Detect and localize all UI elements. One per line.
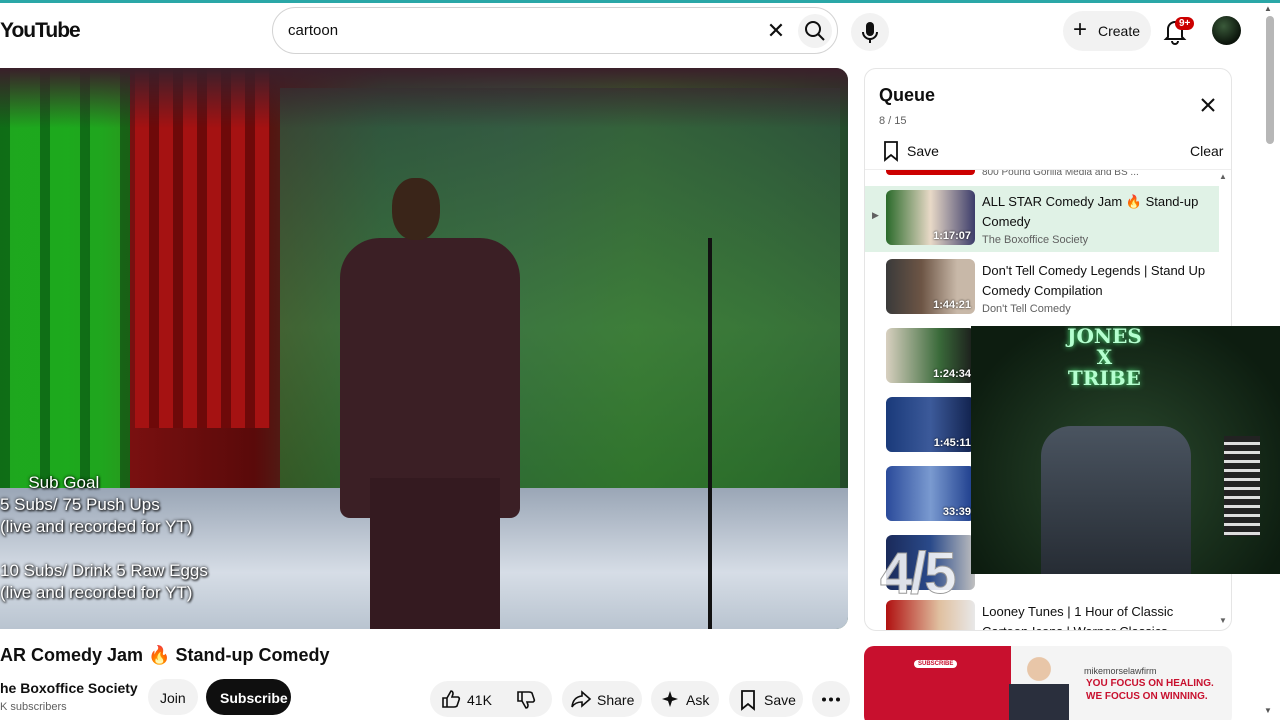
partial-channel: 800 Pound Gorilla Media and BS ... [982,169,1139,178]
share-label: Share [597,692,635,708]
bookmark-icon [741,690,755,711]
save-label: Save [764,692,796,708]
stage-lighting [0,68,848,128]
create-button[interactable]: + Create [1063,11,1151,51]
ad-headline: YOU FOCUS ON HEALING. [1086,678,1214,689]
clear-search-icon[interactable]: ✕ [761,16,791,46]
queue-item-title: ALL STAR Comedy Jam 🔥 Stand-up Comedy [982,194,1199,229]
queue-save-button[interactable]: Save [881,140,941,162]
like-dislike-group: 41K [430,681,552,717]
video-duration: 1:45:11 [933,437,971,449]
sub-goal-line: (live and recorded for YT) [0,517,193,536]
video-duration: 1:24:34 [933,368,971,380]
queue-item-title: Don't Tell Comedy Legends | Stand Up Com… [982,263,1206,298]
sub-goal-line: (live and recorded for YT) [0,583,193,602]
sub-goal-line: Sub Goal [0,473,100,492]
join-label: Join [160,690,186,706]
sub-goal-line: 5 Subs/ 75 Push Ups [0,495,160,514]
notification-count-badge: 9+ [1175,17,1195,30]
queue-item[interactable]: ▶ 1:17:07 ALL STAR Comedy Jam 🔥 Stand-up… [865,186,1219,252]
search-button[interactable] [798,14,832,48]
stream-counter: 4/5 [880,541,958,607]
youtube-logo[interactable]: YouTube [0,19,81,43]
queue-save-label: Save [907,143,939,159]
more-horizontal-icon [822,697,840,702]
create-label: Create [1098,23,1141,39]
share-button[interactable]: Share [562,681,642,717]
queue-clear-button[interactable]: Clear [1190,143,1223,159]
ad-headline: WE FOCUS ON WINNING. [1086,691,1208,702]
sidebar-ad[interactable]: SUBSCRIBE mikemorselawfirm YOU FOCUS ON … [864,646,1232,720]
ad-person-image [1009,650,1069,720]
queue-position: 8 / 15 [879,115,907,127]
ad-subscribe-badge: SUBSCRIBE [914,660,958,668]
close-icon[interactable] [1196,93,1220,117]
subscriber-count: K subscribers [0,701,67,713]
top-header: YouTube cartoon ✕ + Create 9+ [0,0,1280,56]
sparkle-icon [662,691,678,707]
queue-item[interactable]: 1:44:21 Don't Tell Comedy Legends | Stan… [865,255,1219,321]
channel-name[interactable]: he Boxoffice Society [0,680,138,696]
bookmark-icon [884,141,898,162]
search-box[interactable]: cartoon ✕ [272,7,838,54]
video-thumbnail: 1:45:11 [886,397,975,452]
subscribe-button[interactable]: Subscribe [206,679,291,715]
partial-thumbnail [886,170,975,175]
now-playing-icon: ▶ [872,210,879,220]
video-title: AR Comedy Jam 🔥 Stand-up Comedy [0,645,330,665]
queue-item-channel: Don't Tell Comedy [982,303,1071,315]
video-thumbnail: 33:39 [886,466,975,521]
wall-flag [1224,436,1260,536]
comedian-figure [340,178,530,629]
video-duration: 1:44:21 [933,299,971,311]
green-panel [0,68,130,488]
account-avatar[interactable] [1212,16,1241,45]
search-icon [805,21,825,41]
video-thumbnail: 1:44:21 [886,259,975,314]
thumbs-up-icon[interactable] [440,688,462,710]
neon-sign: JONES X TRIBE [1067,326,1142,390]
more-actions-button[interactable] [812,681,850,717]
gaming-chair [1041,426,1191,574]
video-thumbnail: 1:17:07 [886,190,975,245]
sub-goal-line: 10 Subs/ Drink 5 Raw Eggs [0,561,208,580]
page-scroll-down-icon[interactable]: ▼ [1264,706,1272,715]
scroll-down-icon[interactable]: ▼ [1219,616,1227,625]
ask-label: Ask [686,692,710,708]
ask-button[interactable]: Ask [651,681,719,717]
scroll-up-icon[interactable]: ▲ [1219,172,1227,181]
like-count[interactable]: 41K [467,692,492,708]
join-button[interactable]: Join [148,679,198,715]
plus-icon: + [1073,16,1088,43]
ad-brand: mikemorselawfirm [1084,666,1157,676]
page-scroll-up-icon[interactable]: ▲ [1264,4,1272,13]
queue-item-title: Looney Tunes | 1 Hour of Classic Cartoon… [982,604,1174,630]
search-input[interactable]: cartoon [288,22,338,39]
streamer-webcam: JONES X TRIBE [971,326,1280,574]
thumbs-down-icon[interactable] [515,689,537,711]
video-player[interactable]: Sub Goal 5 Subs/ 75 Push Ups (live and r… [0,68,848,629]
share-icon [571,690,592,708]
microphone-icon [862,22,878,43]
queue-item-channel: The Boxoffice Society [982,234,1089,246]
video-thumbnail: 1:24:34 [886,328,975,383]
queue-title: Queue [879,85,936,105]
voice-search-button[interactable] [851,13,889,51]
subscribe-label: Subscribe [220,690,288,706]
mic-stand [708,238,712,629]
video-duration: 1:17:07 [933,230,971,242]
video-duration: 33:39 [942,506,971,518]
save-button[interactable]: Save [729,681,803,717]
page-scrollbar-thumb[interactable] [1266,16,1274,144]
